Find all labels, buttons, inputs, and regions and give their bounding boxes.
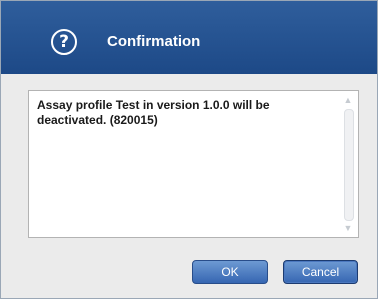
scroll-track[interactable] — [344, 109, 354, 221]
dialog-title: Confirmation — [107, 33, 201, 50]
confirmation-dialog: ? Confirmation Assay profile Test in ver… — [0, 0, 378, 299]
help-circle-icon: ? — [51, 29, 77, 55]
scroll-up-arrow-icon[interactable]: ▲ — [342, 95, 354, 105]
message-text: Assay profile Test in version 1.0.0 will… — [37, 98, 270, 127]
dialog-titlebar: ? Confirmation — [1, 1, 377, 74]
message-box: Assay profile Test in version 1.0.0 will… — [28, 90, 359, 238]
ok-button[interactable]: OK — [192, 260, 268, 284]
vertical-scrollbar[interactable]: ▲ ▼ — [342, 95, 354, 233]
scroll-down-arrow-icon[interactable]: ▼ — [342, 223, 354, 233]
cancel-button[interactable]: Cancel — [283, 260, 358, 284]
